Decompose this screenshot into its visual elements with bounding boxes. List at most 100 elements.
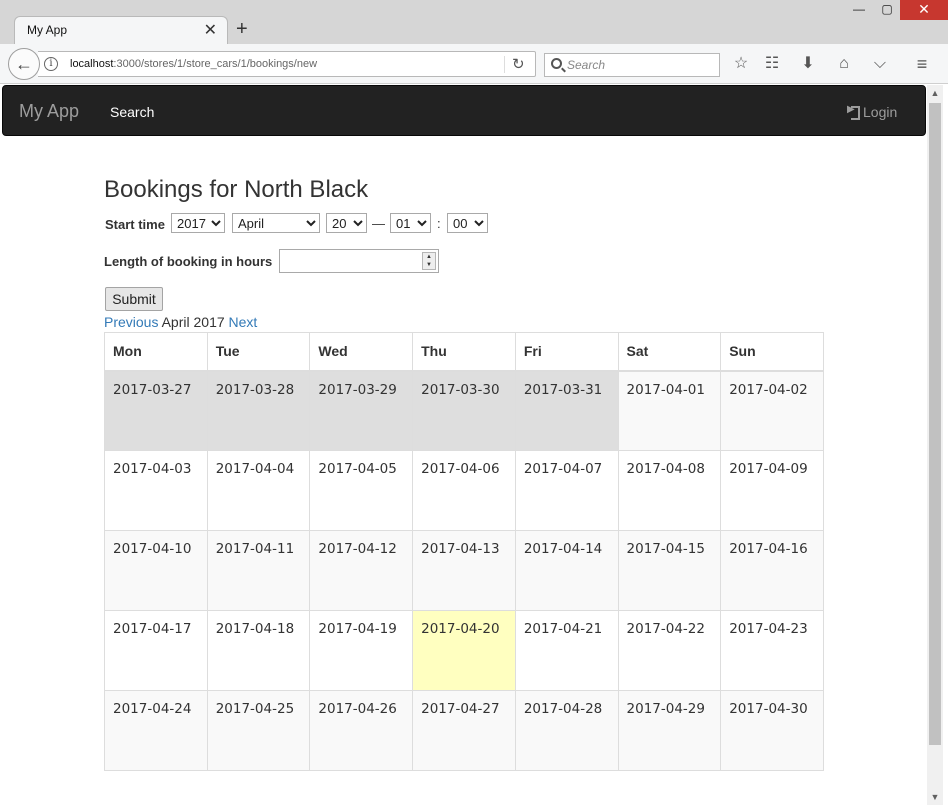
- site-info-icon[interactable]: i: [44, 57, 58, 71]
- calendar-day-cell[interactable]: 2017-04-04: [206, 450, 311, 531]
- weekday-header-row: Mon Tue Wed Thu Fri Sat Sun: [104, 332, 824, 372]
- calendar-week-row: 2017-04-17 2017-04-18 2017-04-19 2017-04…: [104, 610, 824, 691]
- calendar-day-cell[interactable]: 2017-04-06: [412, 450, 516, 531]
- browser-search-bar[interactable]: [544, 53, 720, 77]
- calendar-day-cell[interactable]: 2017-03-27: [104, 370, 208, 451]
- weekday-header: Thu: [412, 332, 516, 372]
- calendar-day-cell[interactable]: 2017-04-08: [617, 450, 722, 531]
- calendar-day-cell[interactable]: 2017-04-09: [720, 450, 824, 531]
- calendar-day-cell[interactable]: 2017-04-23: [720, 610, 824, 691]
- calendar-day-cell-today[interactable]: 2017-04-20: [412, 610, 516, 691]
- new-tab-button[interactable]: +: [236, 18, 248, 40]
- login-label: Login: [863, 104, 898, 120]
- back-arrow-icon: ←: [15, 54, 33, 74]
- app-brand-link[interactable]: My App: [19, 101, 79, 122]
- start-year-select[interactable]: 2017: [171, 213, 225, 233]
- calendar-week-row: 2017-04-10 2017-04-11 2017-04-12 2017-04…: [104, 530, 824, 611]
- spinner-up-icon[interactable]: ▲: [423, 253, 435, 261]
- reload-icon[interactable]: ↻: [512, 55, 525, 73]
- calendar-day-cell[interactable]: 2017-04-29: [617, 690, 722, 771]
- browser-search-input[interactable]: [567, 57, 715, 73]
- calendar-day-cell[interactable]: 2017-04-18: [206, 610, 311, 691]
- hour-minute-separator: :: [437, 216, 441, 231]
- browser-tab[interactable]: My App ✕: [14, 16, 228, 44]
- calendar-day-cell[interactable]: 2017-04-26: [309, 690, 414, 771]
- calendar-day-cell[interactable]: 2017-04-22: [617, 610, 722, 691]
- scroll-up-icon[interactable]: ▲: [927, 85, 943, 101]
- calendar-day-cell[interactable]: 2017-04-10: [104, 530, 208, 611]
- calendar-day-cell[interactable]: 2017-04-12: [309, 530, 414, 611]
- url-host: localhost: [70, 58, 114, 70]
- calendar-day-cell[interactable]: 2017-04-15: [617, 530, 722, 611]
- booking-length-input[interactable]: ▲ ▼: [279, 249, 439, 273]
- search-icon: [551, 58, 562, 69]
- number-spinner[interactable]: ▲ ▼: [422, 252, 436, 270]
- calendar-day-cell[interactable]: 2017-04-21: [514, 610, 619, 691]
- weekday-header: Sun: [720, 332, 824, 372]
- vertical-scrollbar[interactable]: ▲ ▼: [927, 85, 943, 805]
- current-month-label: April 2017: [161, 314, 225, 330]
- calendar-day-cell[interactable]: 2017-04-30: [720, 690, 824, 771]
- start-hour-select[interactable]: 01: [390, 213, 431, 233]
- page-title: Bookings for North Black: [104, 176, 369, 203]
- booking-calendar: Mon Tue Wed Thu Fri Sat Sun 2017-03-27 2…: [104, 332, 824, 771]
- window-maximize-button[interactable]: ▢: [874, 0, 900, 20]
- submit-button[interactable]: Submit: [105, 287, 163, 311]
- start-month-select[interactable]: April: [232, 213, 320, 233]
- calendar-day-cell[interactable]: 2017-04-13: [412, 530, 516, 611]
- window-close-button[interactable]: ✕: [900, 0, 948, 20]
- calendar-day-cell[interactable]: 2017-04-25: [206, 690, 311, 771]
- calendar-day-cell[interactable]: 2017-04-05: [309, 450, 414, 531]
- nav-login-link[interactable]: Login: [847, 104, 897, 120]
- calendar-day-cell[interactable]: 2017-04-02: [720, 370, 824, 451]
- reading-list-icon[interactable]: ☷: [762, 54, 782, 74]
- nav-search-link[interactable]: Search: [110, 104, 154, 120]
- downloads-icon[interactable]: ⬇: [798, 54, 818, 74]
- calendar-week-row: 2017-03-27 2017-03-28 2017-03-29 2017-03…: [104, 370, 824, 451]
- calendar-day-cell[interactable]: 2017-04-07: [514, 450, 619, 531]
- pocket-icon[interactable]: ⌵: [870, 54, 890, 74]
- calendar-day-cell[interactable]: 2017-04-01: [617, 370, 722, 451]
- previous-month-link[interactable]: Previous: [104, 314, 158, 330]
- month-navigation: Previous April 2017 Next: [104, 314, 257, 330]
- calendar-day-cell[interactable]: 2017-04-19: [309, 610, 414, 691]
- start-day-select[interactable]: 20: [326, 213, 367, 233]
- booking-length-label: Length of booking in hours: [104, 254, 273, 269]
- weekday-header: Mon: [104, 332, 208, 372]
- calendar-day-cell[interactable]: 2017-04-28: [514, 690, 619, 771]
- calendar-day-cell[interactable]: 2017-04-03: [104, 450, 208, 531]
- next-month-link[interactable]: Next: [229, 314, 258, 330]
- calendar-week-row: 2017-04-03 2017-04-04 2017-04-05 2017-04…: [104, 450, 824, 531]
- back-button[interactable]: ←: [8, 48, 40, 80]
- weekday-header: Fri: [514, 332, 619, 372]
- browser-toolbar: i localhost:3000/stores/1/store_cars/1/b…: [0, 44, 948, 84]
- bookmark-star-icon[interactable]: ☆: [731, 54, 751, 74]
- window-minimize-button[interactable]: —: [846, 0, 872, 20]
- tab-close-icon[interactable]: ✕: [204, 20, 217, 40]
- url-divider: [504, 56, 505, 73]
- calendar-week-row: 2017-04-24 2017-04-25 2017-04-26 2017-04…: [104, 690, 824, 771]
- menu-hamburger-icon[interactable]: ≡: [912, 54, 932, 74]
- start-time-label: Start time: [105, 217, 165, 232]
- login-icon: [847, 104, 860, 120]
- calendar-day-cell[interactable]: 2017-04-16: [720, 530, 824, 611]
- weekday-header: Tue: [206, 332, 311, 372]
- calendar-day-cell[interactable]: 2017-03-31: [514, 370, 619, 451]
- url-bar[interactable]: i localhost:3000/stores/1/store_cars/1/b…: [38, 51, 536, 77]
- calendar-day-cell[interactable]: 2017-04-27: [412, 690, 516, 771]
- spinner-down-icon[interactable]: ▼: [423, 261, 435, 269]
- app-navbar: My App Search Login: [2, 85, 926, 136]
- calendar-day-cell[interactable]: 2017-04-17: [104, 610, 208, 691]
- calendar-day-cell[interactable]: 2017-04-24: [104, 690, 208, 771]
- tab-title: My App: [27, 23, 68, 37]
- calendar-day-cell[interactable]: 2017-04-11: [206, 530, 311, 611]
- start-minute-select[interactable]: 00: [447, 213, 488, 233]
- home-icon[interactable]: ⌂: [834, 54, 854, 74]
- scroll-down-icon[interactable]: ▼: [927, 789, 943, 805]
- calendar-day-cell[interactable]: 2017-03-30: [412, 370, 516, 451]
- scroll-thumb[interactable]: [929, 103, 941, 745]
- calendar-day-cell[interactable]: 2017-03-28: [206, 370, 311, 451]
- calendar-day-cell[interactable]: 2017-03-29: [309, 370, 414, 451]
- date-time-separator: —: [372, 216, 385, 231]
- calendar-day-cell[interactable]: 2017-04-14: [514, 530, 619, 611]
